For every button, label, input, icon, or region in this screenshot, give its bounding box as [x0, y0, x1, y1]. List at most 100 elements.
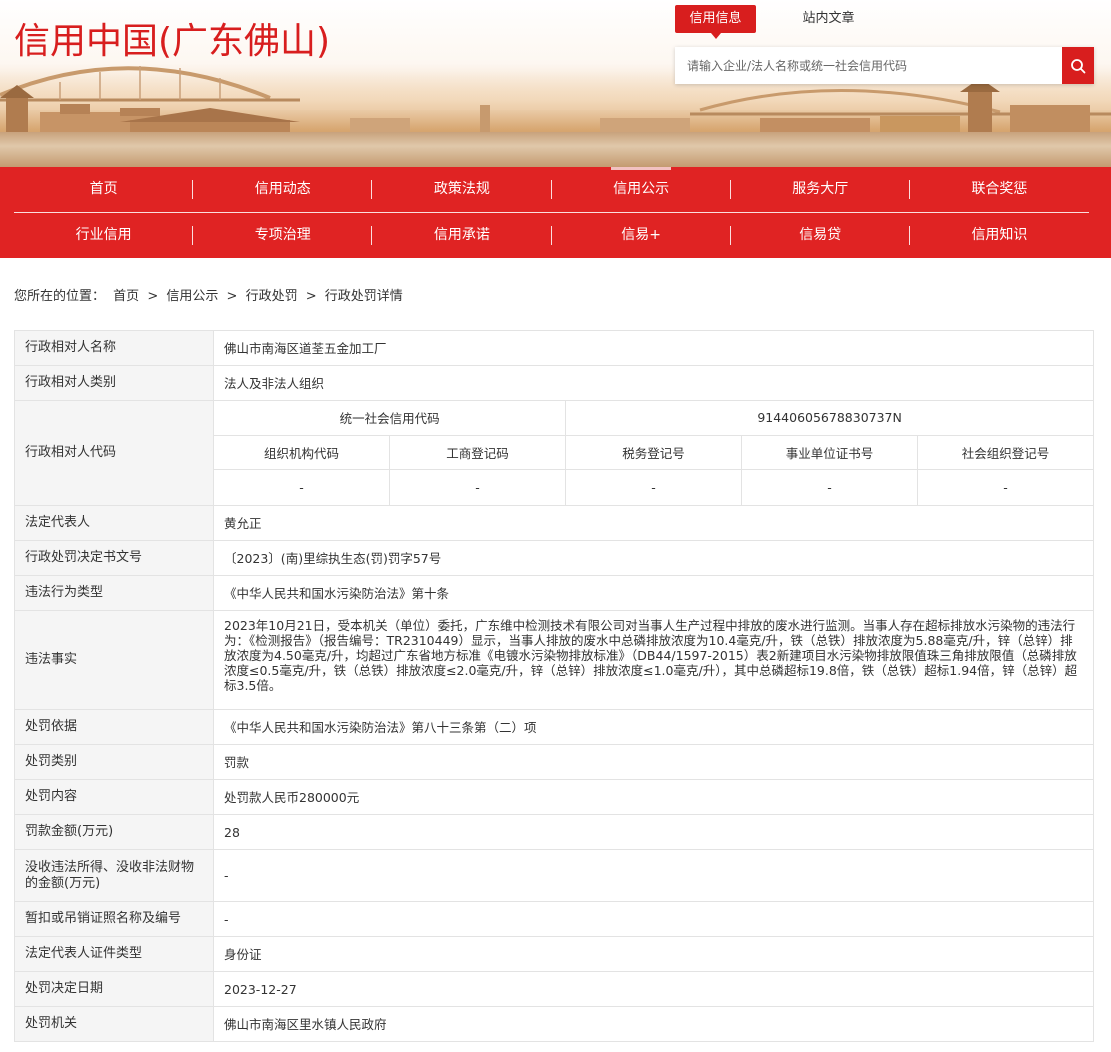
nav-item-credit-knowledge[interactable]: 信用知识 [910, 213, 1089, 258]
table-row: 罚款金额(万元) 28 [15, 815, 1093, 850]
row-value: 2023-12-27 [224, 981, 297, 997]
nav-item-label: 联合奖惩 [971, 181, 1028, 197]
table-row: 处罚决定日期 2023-12-27 [15, 972, 1093, 1007]
row-label: 处罚机关 [15, 1007, 214, 1041]
main-nav: 首页 信用动态 政策法规 信用公示 服务大厅 联合奖惩 行业信用 专项治理 信用… [0, 167, 1111, 258]
table-row: 处罚机关 佛山市南海区里水镇人民政府 [15, 1007, 1093, 1042]
code-header: 社会组织登记号 [961, 446, 1050, 461]
nav-item-industry-credit[interactable]: 行业信用 [14, 213, 194, 258]
nav-item-service-hall[interactable]: 服务大厅 [731, 167, 910, 212]
row-value: 佛山市南海区里水镇人民政府 [224, 1016, 387, 1032]
nav-item-label: 服务大厅 [792, 181, 849, 197]
nav-item-credit-news[interactable]: 信用动态 [193, 167, 373, 212]
nav-item-home[interactable]: 首页 [14, 167, 194, 212]
search-button[interactable] [1062, 47, 1094, 84]
nav-item-label: 信用知识 [971, 227, 1028, 243]
breadcrumb-prefix: 您所在的位置： [14, 289, 106, 304]
breadcrumb-separator: > [147, 289, 159, 304]
table-row-subject-code: 行政相对人代码 统一社会信用代码 91440605678830737N 组织机构… [15, 401, 1093, 506]
row-value: - [224, 911, 229, 927]
row-label: 处罚内容 [15, 780, 214, 814]
search-icon [1071, 58, 1086, 73]
row-value: 罚款 [224, 754, 250, 770]
row-label: 违法事实 [15, 611, 214, 709]
nav-item-label: 信易贷 [799, 227, 842, 243]
row-value: 黄允正 [224, 515, 262, 531]
penalty-detail-table: 行政相对人名称 佛山市南海区道荃五金加工厂 行政相对人类别 法人及非法人组织 行… [14, 330, 1094, 1042]
code-header: 工商登记码 [390, 435, 566, 470]
code-row-uscc: 统一社会信用代码 91440605678830737N [214, 401, 1093, 436]
breadcrumb-current: 行政处罚详情 [324, 289, 403, 304]
row-value: 法人及非法人组织 [224, 375, 325, 391]
row-value: - [224, 868, 229, 883]
code-row-headers: 组织机构代码 工商登记码 税务登记号 事业单位证书号 社会组织登记号 [214, 435, 1093, 471]
tab-credit-info[interactable]: 信用信息 [675, 5, 756, 39]
nav-item-label: 政策法规 [433, 181, 490, 197]
nav-item-label: 信用动态 [254, 181, 311, 197]
nav-item-special-governance[interactable]: 专项治理 [193, 213, 373, 258]
nav-item-xinyi-loan[interactable]: 信易贷 [731, 213, 910, 258]
uscc-value: 91440605678830737N [757, 410, 902, 426]
table-row: 处罚内容 处罚款人民币280000元 [15, 780, 1093, 815]
tab-credit-info-label: 信用信息 [689, 11, 742, 26]
top-tabs: 信用信息 站内文章 [675, 5, 869, 39]
search-bar [675, 47, 1094, 84]
table-row: 违法行为类型 《中华人民共和国水污染防治法》第十条 [15, 576, 1093, 611]
site-title[interactable]: 信用中国(广东佛山) [14, 12, 330, 64]
table-row: 行政相对人类别 法人及非法人组织 [15, 366, 1093, 401]
row-value: 〔2023〕(南)里综执生态(罚)罚字57号 [224, 550, 442, 566]
row-label: 罚款金额(万元) [15, 815, 214, 849]
row-label: 暂扣或吊销证照名称及编号 [15, 902, 214, 936]
row-label: 没收违法所得、没收非法财物的金额(万元) [15, 850, 214, 901]
banner-river [0, 132, 1111, 167]
breadcrumb: 您所在的位置： 首页 > 信用公示 > 行政处罚 > 行政处罚详情 [14, 285, 403, 304]
nav-item-label: 信易+ [621, 227, 661, 243]
nav-active-indicator [611, 167, 671, 170]
tab-site-articles[interactable]: 站内文章 [788, 5, 869, 33]
table-row: 法定代表人 黄允正 [15, 506, 1093, 541]
search-input[interactable] [675, 47, 1062, 84]
row-value: 《中华人民共和国水污染防治法》第八十三条第（二）项 [224, 719, 537, 735]
breadcrumb-link-penalty[interactable]: 行政处罚 [246, 289, 298, 304]
code-value: - [390, 470, 566, 505]
tab-site-articles-label: 站内文章 [802, 11, 855, 26]
nav-item-label: 专项治理 [254, 227, 311, 243]
nav-item-policies[interactable]: 政策法规 [372, 167, 552, 212]
row-value: 佛山市南海区道荃五金加工厂 [224, 340, 387, 356]
code-value: - [1003, 480, 1008, 496]
nav-item-label: 信用承诺 [433, 227, 490, 243]
table-row: 暂扣或吊销证照名称及编号 - [15, 902, 1093, 937]
row-label: 违法行为类型 [15, 576, 214, 610]
code-value: - [214, 470, 390, 505]
row-label: 处罚类别 [15, 745, 214, 779]
breadcrumb-link-credit-disclosure[interactable]: 信用公示 [166, 289, 218, 304]
breadcrumb-link-home[interactable]: 首页 [113, 289, 139, 304]
nav-item-label: 首页 [89, 181, 118, 197]
row-value: 处罚款人民币280000元 [224, 789, 360, 805]
uscc-label: 统一社会信用代码 [214, 401, 567, 435]
nav-item-joint-rewards[interactable]: 联合奖惩 [910, 167, 1089, 212]
row-label: 行政处罚决定书文号 [15, 541, 214, 575]
nav-item-label: 信用公示 [613, 181, 670, 197]
row-value: 身份证 [224, 946, 262, 962]
nav-item-label: 行业信用 [75, 227, 132, 243]
breadcrumb-separator: > [305, 289, 317, 304]
table-row: 违法事实 2023年10月21日，受本机关（单位）委托，广东维中检测技术有限公司… [15, 611, 1093, 710]
table-row: 法定代表人证件类型 身份证 [15, 937, 1093, 972]
code-row-values: - - - - - [214, 470, 1093, 505]
nav-item-xinyi-plus[interactable]: 信易+ [552, 213, 731, 258]
nav-item-credit-commitment[interactable]: 信用承诺 [372, 213, 552, 258]
nav-item-credit-disclosure[interactable]: 信用公示 [552, 167, 731, 212]
row-value: 28 [224, 824, 240, 840]
row-label: 行政相对人名称 [15, 331, 214, 365]
row-value-facts: 2023年10月21日，受本机关（单位）委托，广东维中检测技术有限公司对当事人生… [224, 618, 1078, 693]
table-row: 行政相对人名称 佛山市南海区道荃五金加工厂 [15, 331, 1093, 366]
code-header: 税务登记号 [566, 435, 742, 470]
code-value: - [566, 470, 742, 505]
table-row: 没收违法所得、没收非法财物的金额(万元) - [15, 850, 1093, 902]
row-label: 法定代表人证件类型 [15, 937, 214, 971]
code-header: 事业单位证书号 [742, 435, 918, 470]
subject-code-grid: 统一社会信用代码 91440605678830737N 组织机构代码 工商登记码… [214, 401, 1093, 505]
row-label: 处罚依据 [15, 710, 214, 744]
row-label: 行政相对人代码 [15, 401, 214, 505]
